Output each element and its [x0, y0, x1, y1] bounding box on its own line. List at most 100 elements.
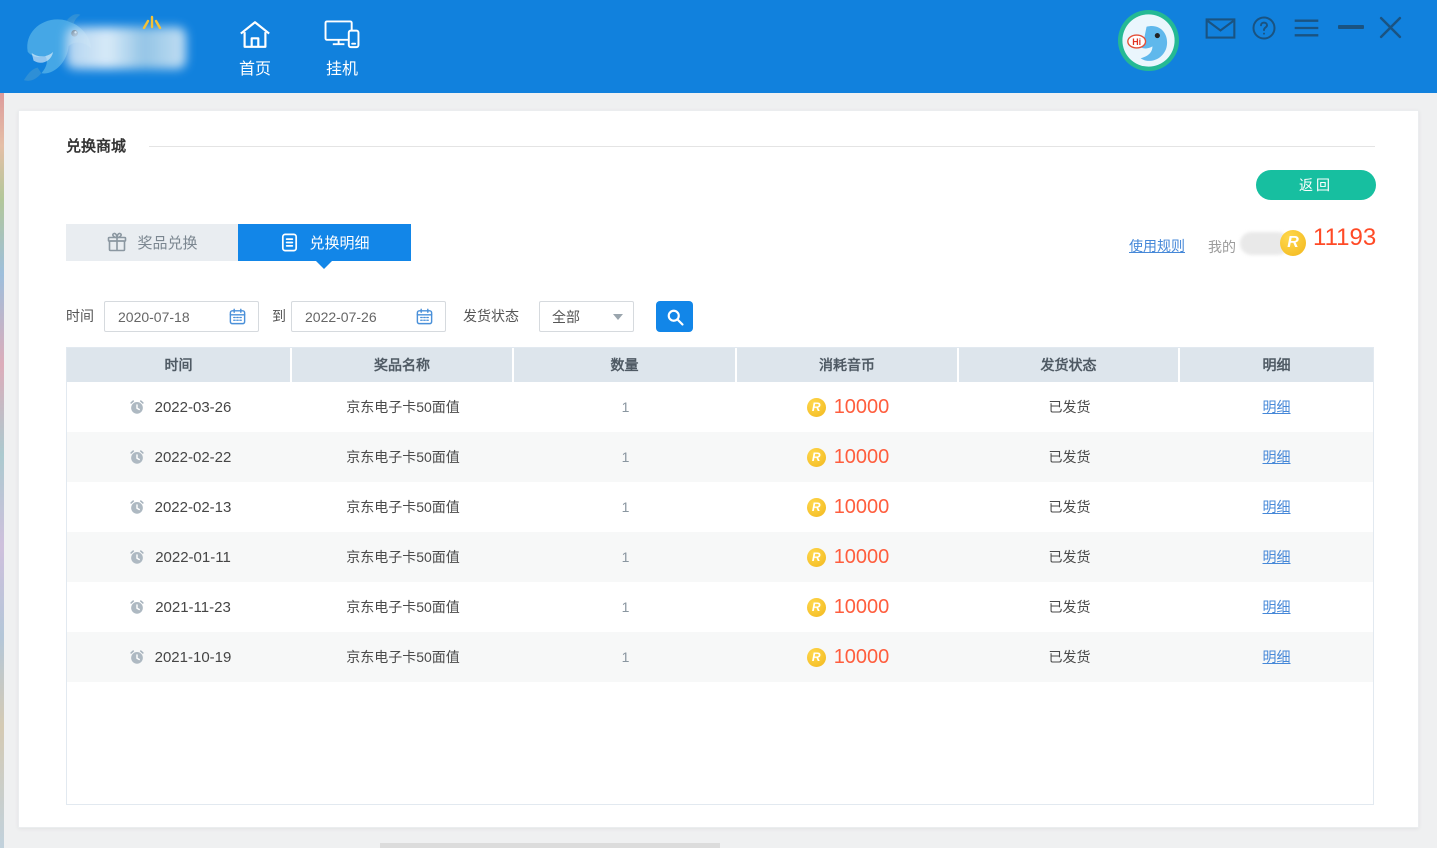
chevron-down-icon [613, 314, 623, 320]
row-shipping-status: 已发货 [959, 382, 1180, 432]
date-from-value: 2020-07-18 [118, 309, 190, 325]
status-select[interactable]: 全部 [539, 301, 634, 332]
coin-icon: R [807, 498, 826, 517]
row-detail-link[interactable]: 明细 [1263, 647, 1291, 667]
row-shipping-status: 已发货 [959, 432, 1180, 482]
row-coins-spent: 10000 [834, 596, 890, 619]
table-header: 时间 奖品名称 数量 消耗音币 发货状态 明细 [67, 348, 1373, 382]
page-title: 兑换商城 [66, 135, 126, 156]
date-from-input[interactable]: 2020-07-18 [104, 301, 259, 332]
header-quantity: 数量 [514, 348, 737, 382]
nav-home[interactable]: 首页 [222, 19, 288, 79]
table-row: 2022-03-26 京东电子卡50面值 1 R 10000 已发货 明细 [67, 382, 1373, 432]
nav-idle-label: 挂机 [326, 55, 358, 79]
usage-rules-link[interactable]: 使用规则 [1129, 236, 1185, 256]
status-select-value: 全部 [552, 307, 580, 327]
row-coins-spent: 10000 [834, 646, 890, 669]
row-date: 2022-02-22 [155, 449, 232, 466]
app-window: 首页 挂机 Hi [0, 0, 1437, 848]
row-shipping-status: 已发货 [959, 482, 1180, 532]
tab-exchange-details-label: 兑换明细 [309, 232, 369, 253]
row-date: 2021-11-23 [155, 599, 231, 616]
back-button[interactable]: 返回 [1256, 170, 1376, 200]
table-row: 2022-02-22 京东电子卡50面值 1 R 10000 已发货 明细 [67, 432, 1373, 482]
row-quantity: 1 [514, 382, 737, 432]
coin-balance-value: 11193 [1313, 224, 1376, 252]
close-button[interactable] [1377, 15, 1404, 40]
coin-icon: R [807, 398, 826, 417]
row-quantity: 1 [514, 482, 737, 532]
row-quantity: 1 [514, 532, 737, 582]
search-icon [665, 307, 685, 327]
time-filter-label: 时间 [66, 301, 94, 332]
sparkle-icon [140, 11, 164, 29]
row-coins-spent: 10000 [834, 446, 890, 469]
table-row: 2022-02-13 京东电子卡50面值 1 R 10000 已发货 明细 [67, 482, 1373, 532]
coin-icon: R [1280, 230, 1306, 256]
table-row: 2021-11-23 京东电子卡50面值 1 R 10000 已发货 明细 [67, 582, 1373, 632]
row-quantity: 1 [514, 582, 737, 632]
row-detail-link[interactable]: 明细 [1263, 547, 1291, 567]
title-divider [149, 146, 1375, 147]
clock-icon [128, 548, 146, 566]
row-prize-name: 京东电子卡50面值 [292, 482, 514, 532]
row-shipping-status: 已发货 [959, 532, 1180, 582]
row-date: 2022-02-13 [155, 499, 232, 516]
calendar-icon[interactable] [415, 307, 434, 326]
row-detail-link[interactable]: 明细 [1263, 497, 1291, 517]
row-prize-name: 京东电子卡50面值 [292, 382, 514, 432]
desktop-edge-strip [0, 93, 4, 848]
tab-exchange-details[interactable]: 兑换明细 [238, 224, 411, 261]
tab-prize-exchange-label: 奖品兑换 [137, 232, 197, 253]
row-coins-spent: 10000 [834, 396, 890, 419]
row-prize-name: 京东电子卡50面值 [292, 532, 514, 582]
nav-home-label: 首页 [239, 55, 271, 79]
tab-prize-exchange[interactable]: 奖品兑换 [66, 224, 238, 261]
row-detail-link[interactable]: 明细 [1263, 597, 1291, 617]
logo-text-blurred [66, 27, 186, 69]
list-document-icon [279, 232, 300, 253]
coin-icon: R [807, 548, 826, 567]
table-body: 2022-03-26 京东电子卡50面值 1 R 10000 已发货 明细 20… [67, 382, 1373, 682]
menu-icon[interactable] [1292, 18, 1321, 38]
mail-icon[interactable] [1204, 18, 1237, 39]
row-date: 2022-01-11 [155, 549, 231, 566]
row-detail-link[interactable]: 明细 [1263, 447, 1291, 467]
to-label: 到 [272, 301, 286, 332]
row-shipping-status: 已发货 [959, 632, 1180, 682]
calendar-icon[interactable] [228, 307, 247, 326]
row-prize-name: 京东电子卡50面值 [292, 582, 514, 632]
clock-icon [128, 398, 146, 416]
row-shipping-status: 已发货 [959, 582, 1180, 632]
table-row: 2021-10-19 京东电子卡50面值 1 R 10000 已发货 明细 [67, 632, 1373, 682]
clock-icon [128, 648, 146, 666]
titlebar: 首页 挂机 Hi [0, 0, 1437, 93]
taskbar-edge [380, 843, 720, 848]
user-avatar[interactable]: Hi [1117, 9, 1180, 72]
date-to-input[interactable]: 2022-07-26 [291, 301, 446, 332]
help-icon[interactable] [1252, 16, 1276, 40]
coin-icon: R [807, 598, 826, 617]
my-balance-label: 我的 [1208, 237, 1236, 257]
header-coins-spent: 消耗音币 [737, 348, 959, 382]
row-coins-spent: 10000 [834, 546, 890, 569]
row-date: 2022-03-26 [155, 399, 232, 416]
coin-icon: R [807, 648, 826, 667]
row-prize-name: 京东电子卡50面值 [292, 632, 514, 682]
shipping-status-label: 发货状态 [463, 301, 519, 332]
gift-icon [106, 232, 128, 254]
header-shipping-status: 发货状态 [959, 348, 1180, 382]
nav-idle[interactable]: 挂机 [309, 19, 375, 79]
clock-icon [128, 448, 146, 466]
search-button[interactable] [656, 301, 693, 332]
clock-icon [128, 598, 146, 616]
header-time: 时间 [67, 348, 292, 382]
row-detail-link[interactable]: 明细 [1263, 397, 1291, 417]
coin-icon: R [807, 448, 826, 467]
active-tab-pointer [316, 261, 332, 269]
row-quantity: 1 [514, 432, 737, 482]
exchange-details-table: 时间 奖品名称 数量 消耗音币 发货状态 明细 2022-03-26 京东电子卡… [66, 347, 1374, 805]
minimize-button[interactable] [1338, 25, 1364, 29]
idle-monitor-icon [323, 19, 361, 50]
svg-text:Hi: Hi [1132, 37, 1141, 47]
